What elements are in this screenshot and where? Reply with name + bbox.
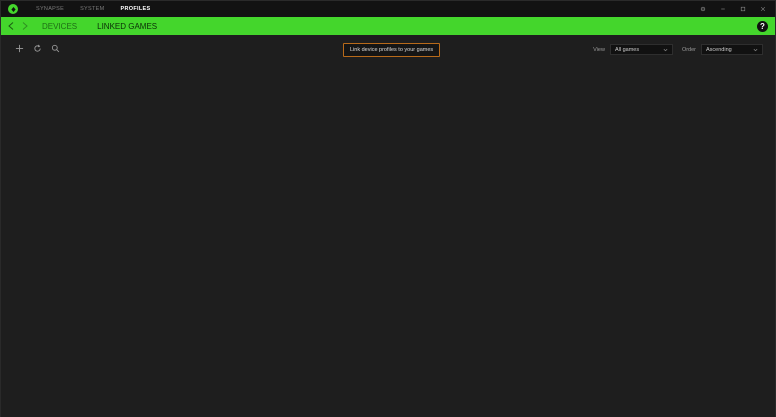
- view-label: View: [593, 46, 605, 53]
- close-icon[interactable]: [759, 5, 767, 13]
- back-arrow-icon[interactable]: [8, 22, 14, 30]
- linked-games-list: [1, 63, 775, 417]
- order-dropdown[interactable]: Ascending: [701, 44, 763, 55]
- filter-controls: View All games Order Ascending: [593, 44, 763, 55]
- minimize-icon[interactable]: [719, 5, 727, 13]
- tool-icons: [15, 44, 60, 53]
- razer-logo-icon: [8, 4, 18, 14]
- section-header-bar: DEVICES LINKED GAMES ?: [1, 17, 775, 35]
- maximize-icon[interactable]: [739, 5, 747, 13]
- view-dropdown-value: All games: [614, 46, 640, 53]
- forward-arrow-icon[interactable]: [22, 22, 28, 30]
- order-label: Order: [681, 46, 696, 53]
- history-nav: [8, 22, 28, 30]
- chevron-down-icon: [663, 48, 668, 52]
- tab-system[interactable]: SYSTEM: [80, 6, 104, 12]
- settings-gear-icon[interactable]: [699, 5, 707, 13]
- tab-devices[interactable]: DEVICES: [42, 22, 77, 31]
- window-controls: [699, 5, 767, 13]
- top-tabs: SYNAPSE SYSTEM PROFILES: [36, 6, 150, 12]
- tab-linked-games[interactable]: LINKED GAMES: [97, 22, 157, 31]
- help-icon[interactable]: ?: [757, 20, 768, 32]
- refresh-icon[interactable]: [33, 44, 42, 53]
- sub-tabs: DEVICES LINKED GAMES: [42, 22, 157, 31]
- title-bar: SYNAPSE SYSTEM PROFILES: [1, 1, 775, 17]
- tab-synapse[interactable]: SYNAPSE: [36, 6, 64, 12]
- search-icon[interactable]: [51, 44, 60, 53]
- app-window: SYNAPSE SYSTEM PROFILES DEVICES LINKED G…: [0, 0, 776, 417]
- view-dropdown[interactable]: All games: [609, 44, 673, 55]
- add-icon[interactable]: [15, 44, 24, 53]
- chevron-down-icon: [753, 48, 758, 52]
- order-dropdown-value: Ascending: [706, 46, 732, 53]
- link-profiles-tooltip: Link device profiles to your games: [343, 43, 441, 57]
- tab-profiles[interactable]: PROFILES: [121, 6, 151, 12]
